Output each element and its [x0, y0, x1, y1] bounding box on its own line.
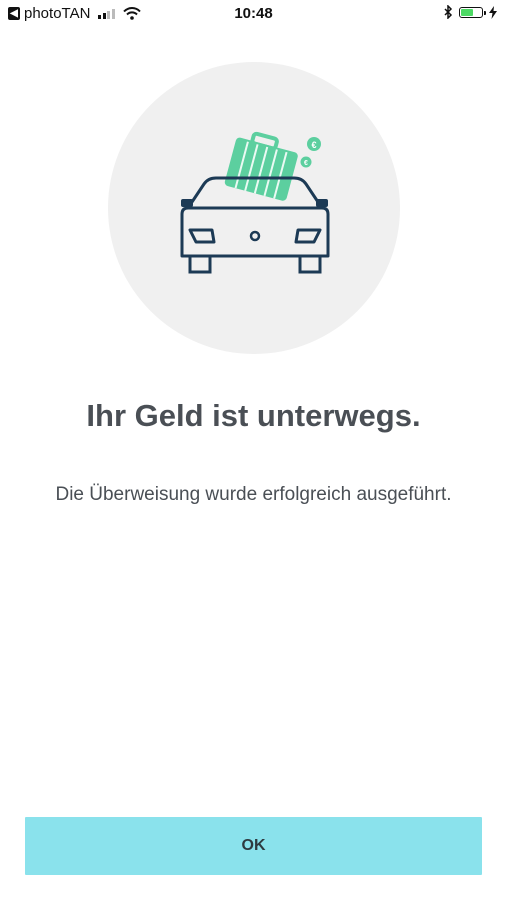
- svg-text:€: €: [304, 160, 308, 167]
- status-right: [444, 5, 497, 19]
- svg-text:€: €: [311, 140, 316, 150]
- battery-icon: [459, 6, 486, 18]
- page-title: Ihr Geld ist unterwegs.: [86, 398, 421, 433]
- charging-icon: [489, 5, 497, 19]
- illustration-circle: € €: [108, 62, 400, 354]
- car-with-suitcase-icon: € €: [180, 131, 330, 274]
- clock: 10:48: [234, 5, 273, 22]
- success-message: Die Überweisung wurde erfolgreich ausgef…: [55, 484, 452, 505]
- status-bar: ◀ photoTAN 10:48: [0, 0, 507, 28]
- battery-fill: [461, 8, 473, 16]
- bluetooth-icon: [444, 5, 453, 19]
- ok-button[interactable]: OK: [25, 817, 482, 875]
